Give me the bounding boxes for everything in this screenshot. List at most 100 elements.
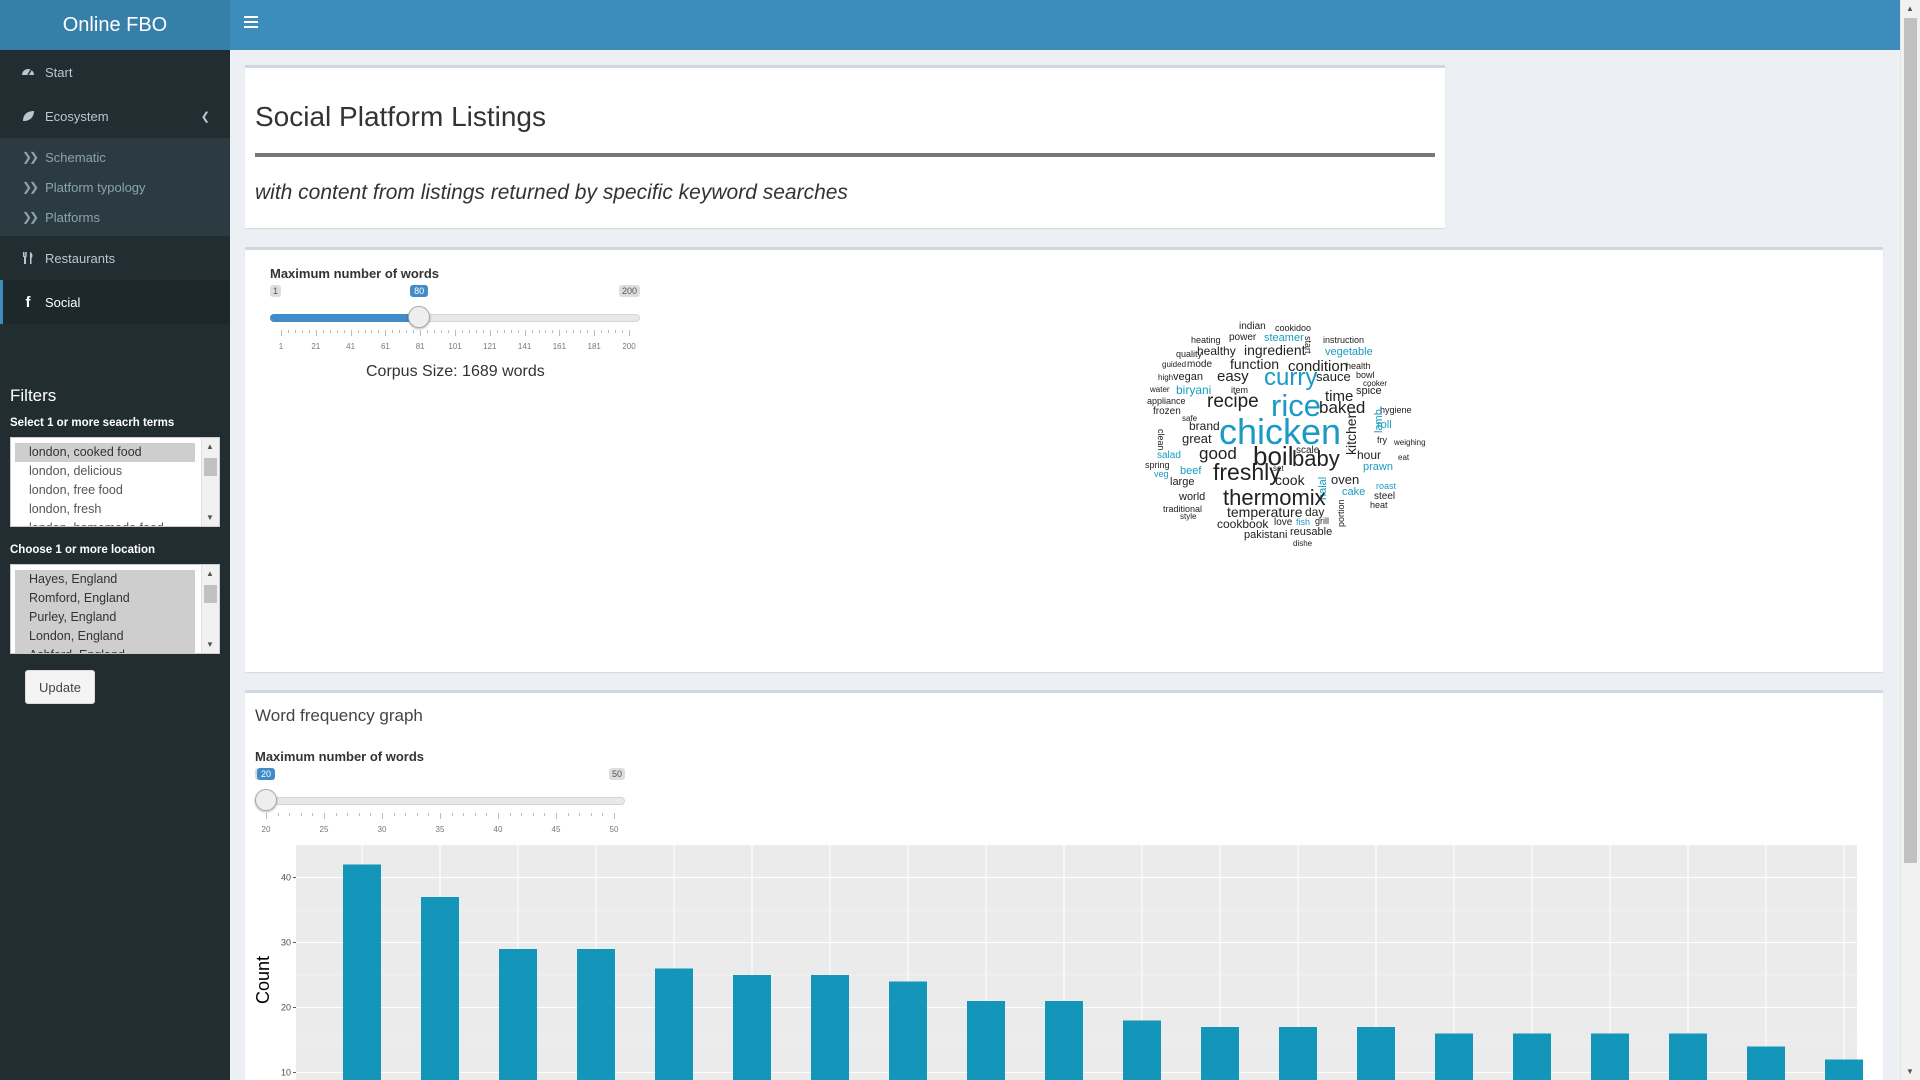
- wordcloud-box: Maximum number of words 1 200 80 1 21 41 61 81 1…: [245, 247, 1883, 672]
- slider-value-label: 80: [410, 285, 429, 297]
- facebook-icon: f: [25, 293, 31, 311]
- word-cloud-word: veg: [1154, 469, 1169, 479]
- sidebar-item-platform-typology[interactable]: ❯❯ Platform typology: [0, 172, 230, 202]
- slider-handle[interactable]: [255, 789, 277, 811]
- slider-tick-label: 1: [278, 342, 284, 351]
- location-option[interactable]: Romford, England: [15, 589, 195, 608]
- word-cloud-word: prawn: [1363, 461, 1393, 473]
- word-cloud-word: recipe: [1207, 391, 1259, 412]
- location-option[interactable]: Hayes, England: [15, 570, 195, 589]
- word-frequency-chart: 10 20 30 40 Count: [255, 845, 1863, 1080]
- search-option[interactable]: london, cooked food: [15, 443, 195, 462]
- word-cloud-word: easy: [1217, 368, 1249, 385]
- bar: [1279, 1027, 1317, 1080]
- location-option[interactable]: Purley, England: [15, 608, 195, 627]
- location-option[interactable]: Ashford, England: [15, 646, 195, 653]
- chevron-left-icon: ❮: [200, 110, 210, 123]
- y-axis-label: Count: [255, 956, 273, 1004]
- search-option[interactable]: london, delicious: [15, 462, 195, 481]
- slider-tick-label: 40: [493, 825, 503, 834]
- bar: [577, 949, 615, 1080]
- scroll-down-icon[interactable]: ▼: [206, 640, 214, 649]
- app-logo[interactable]: Online FBO: [0, 0, 230, 50]
- y-tick-label: 30: [281, 938, 291, 948]
- slider-value-label: 20: [256, 768, 276, 780]
- search-option[interactable]: london, free food: [15, 481, 195, 500]
- slider-ticks: 20 25 30 35 40 45 50: [255, 813, 625, 834]
- search-option[interactable]: london, homemade food: [15, 519, 195, 526]
- word-cloud-word: appliance: [1147, 396, 1186, 406]
- search-option[interactable]: london, fresh: [15, 500, 195, 519]
- bar: [1747, 1046, 1785, 1080]
- word-cloud-word: high: [1158, 373, 1174, 382]
- slider-tick-label: 41: [346, 342, 356, 351]
- wordcloud-max-words-slider[interactable]: 1 200 80 1 21 41 61 81 101 121 141 161 181 200: [270, 285, 640, 351]
- bar: [1201, 1027, 1239, 1080]
- page-title: Social Platform Listings: [255, 101, 547, 132]
- search-terms-select[interactable]: london, cooked food london, delicious lo…: [10, 437, 220, 527]
- sidebar-item-ecosystem[interactable]: Ecosystem ❮: [0, 94, 230, 138]
- slider-ticks: 1 21 41 61 81 101 121 141 161 181 200: [270, 330, 640, 351]
- bar: [733, 975, 771, 1080]
- sidebar-item-social[interactable]: f Social: [0, 280, 230, 324]
- bar: [1669, 1033, 1707, 1080]
- word-cloud-word: hour: [1357, 448, 1382, 462]
- slider-tick-label: 20: [261, 825, 271, 834]
- word-cloud-word: roast: [1376, 481, 1397, 491]
- word-cloud-word: dishe: [1293, 539, 1313, 548]
- word-cloud-word: world: [1179, 491, 1206, 503]
- bar: [655, 968, 693, 1080]
- slider-tick-label: 25: [319, 825, 329, 834]
- word-cloud-word: cake: [1342, 486, 1366, 498]
- scroll-up-icon[interactable]: ▲: [206, 442, 214, 451]
- word-cloud-word: curry: [1264, 364, 1318, 391]
- double-chevron-right-icon: ❯❯: [22, 180, 39, 194]
- sidebar-item-restaurants[interactable]: Restaurants: [0, 236, 230, 280]
- listbox-scrollbar[interactable]: ▲ ▼: [201, 438, 219, 526]
- word-cloud-word: guided: [1162, 360, 1187, 369]
- sidebar-item-start[interactable]: Start: [0, 50, 230, 94]
- scroll-down-icon[interactable]: ▼: [206, 513, 214, 522]
- frequency-max-words-slider[interactable]: 20502020253035404550: [255, 768, 625, 834]
- bar: [889, 981, 927, 1080]
- y-tick-label: 10: [281, 1068, 291, 1078]
- word-cloud-word: vegan: [1173, 371, 1203, 383]
- top-navbar: [230, 0, 1900, 50]
- bar: [1591, 1033, 1629, 1080]
- word-cloud-word: roll: [1377, 419, 1392, 431]
- slider-handle[interactable]: [408, 306, 431, 328]
- scroll-up-icon[interactable]: ▲: [206, 569, 214, 578]
- sidebar-item-schematic[interactable]: ❯❯ Schematic: [0, 142, 230, 172]
- frequency-slider-label: Maximum number of words: [255, 749, 425, 764]
- scroll-up-icon[interactable]: ▲: [1906, 4, 1914, 13]
- slider-tick-label: 161: [552, 342, 567, 351]
- location-label: Choose 1 or more location: [10, 544, 156, 556]
- word-cloud-word: instruction: [1323, 335, 1365, 345]
- word-cloud-word: portion: [1336, 499, 1346, 527]
- page-scrollbar[interactable]: ▲ ▼: [1900, 0, 1920, 1080]
- update-button[interactable]: Update: [25, 670, 95, 704]
- title-box: Social Platform Listings with content fr…: [245, 65, 1445, 228]
- word-cloud-word: water: [1150, 385, 1170, 394]
- bar: [1045, 1001, 1083, 1080]
- title-divider: [255, 153, 1435, 157]
- word-cloud-word: style: [1180, 512, 1197, 521]
- slider-tick-label: 50: [609, 825, 619, 834]
- slider-fill: [270, 314, 420, 322]
- listbox-scrollbar[interactable]: ▲ ▼: [201, 565, 219, 653]
- word-cloud-word: baby: [1292, 446, 1340, 471]
- bar: [421, 897, 459, 1080]
- sidebar-toggle-icon[interactable]: [244, 16, 258, 30]
- slider-track[interactable]: [255, 797, 625, 805]
- wordcloud-slider-label: Maximum number of words: [270, 266, 440, 281]
- scroll-down-icon[interactable]: ▼: [1906, 1067, 1914, 1076]
- location-select[interactable]: Hayes, England Romford, England Purley, …: [10, 564, 220, 654]
- y-tick-label: 40: [281, 873, 291, 883]
- slider-tick-label: 45: [551, 825, 561, 834]
- sidebar-item-platforms[interactable]: ❯❯ Platforms: [0, 202, 230, 232]
- word-frequency-title: Word frequency graph: [255, 706, 423, 725]
- word-cloud: indian cookidoo power steamer heating start in…: [1125, 322, 1455, 580]
- bar: [1357, 1027, 1395, 1080]
- location-option[interactable]: London, England: [15, 627, 195, 646]
- word-cloud-word: quality: [1176, 349, 1203, 359]
